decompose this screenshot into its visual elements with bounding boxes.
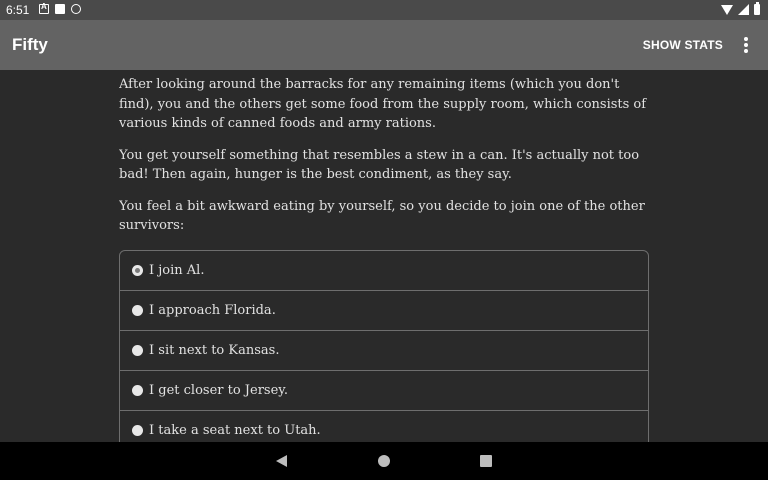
sync-icon (71, 4, 81, 14)
radio-selected-icon[interactable] (132, 264, 143, 276)
choice-option[interactable]: I approach Florida. (120, 289, 648, 330)
choice-option[interactable]: I sit next to Kansas. (120, 329, 648, 370)
story-content[interactable]: After looking around the barracks for an… (119, 70, 649, 442)
app-title: Fifty (12, 35, 48, 54)
radio-icon[interactable] (132, 424, 143, 436)
recents-icon[interactable] (480, 455, 492, 467)
choice-option[interactable]: I take a seat next to Utah. (120, 409, 648, 443)
back-icon[interactable] (276, 455, 287, 467)
choice-option[interactable]: I join Al. (120, 251, 648, 290)
radio-icon[interactable] (132, 344, 143, 356)
battery-icon (754, 2, 760, 15)
status-bar: 6:51 (0, 0, 768, 20)
choice-label: I sit next to Kansas. (149, 342, 280, 358)
story-paragraph: After looking around the barracks for an… (119, 77, 647, 131)
show-stats-button[interactable]: SHOW STATS (643, 38, 723, 52)
status-icons-left (39, 2, 81, 14)
story-paragraph: You feel a bit awkward eating by yoursel… (119, 198, 645, 234)
sd-card-icon (55, 4, 65, 14)
radio-icon[interactable] (132, 304, 143, 316)
status-time: 6:51 (6, 3, 30, 17)
story-paragraph: You get yourself something that resemble… (119, 147, 640, 183)
choice-label: I get closer to Jersey. (149, 382, 289, 398)
signal-icon (738, 4, 749, 15)
wifi-icon (721, 4, 733, 15)
choice-label: I join Al. (149, 262, 205, 278)
choice-label: I take a seat next to Utah. (149, 422, 321, 438)
choice-option[interactable]: I get closer to Jersey. (120, 369, 648, 410)
home-icon[interactable] (378, 455, 390, 467)
more-vert-icon[interactable] (744, 37, 748, 53)
radio-icon[interactable] (132, 384, 143, 396)
choice-label: I approach Florida. (149, 302, 276, 318)
choice-list: I join Al. I approach Florida. I sit nex… (119, 249, 649, 443)
navigation-bar (0, 442, 768, 480)
app-bar: Fifty SHOW STATS (0, 20, 768, 70)
notification-a-icon (39, 2, 49, 14)
status-icons-right (721, 2, 760, 15)
